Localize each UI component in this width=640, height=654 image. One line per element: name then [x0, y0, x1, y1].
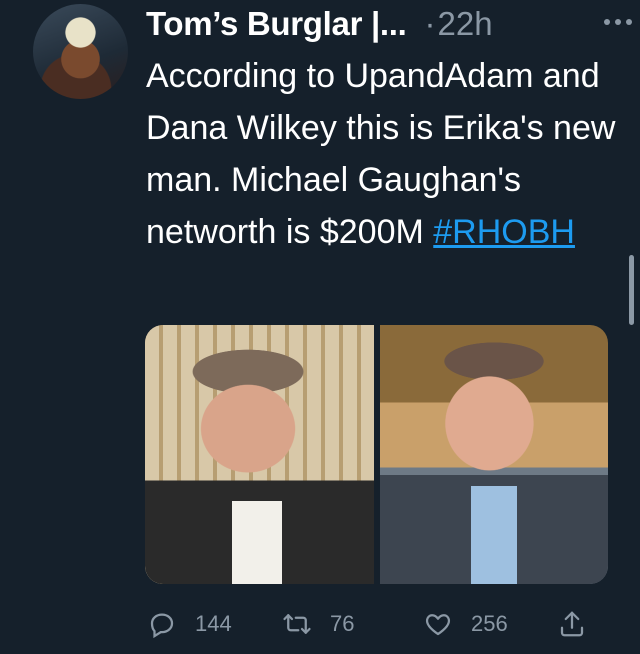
separator: · — [424, 5, 436, 42]
retweet-count: 76 — [330, 611, 355, 636]
reply-count: 144 — [195, 611, 232, 636]
timestamp[interactable]: 22h — [438, 5, 493, 43]
photo-left[interactable] — [145, 325, 374, 584]
scrollbar[interactable] — [629, 255, 634, 325]
avatar[interactable] — [33, 4, 128, 99]
retweet-icon — [283, 614, 311, 634]
reply-button[interactable]: 144 — [147, 609, 232, 639]
share-icon — [560, 611, 584, 637]
hashtag-link[interactable]: #RHOBH — [433, 213, 575, 251]
author-name[interactable]: Tom’s Burglar |... — [146, 5, 407, 43]
tweet-media[interactable] — [145, 325, 608, 584]
action-bar: 144 76 256 — [145, 604, 605, 644]
more-icon[interactable] — [604, 0, 632, 44]
like-button[interactable]: 256 — [423, 609, 508, 639]
retweet-button[interactable]: 76 — [282, 609, 354, 639]
tweet-header: Tom’s Burglar |... · 22h — [146, 2, 620, 46]
share-button[interactable] — [557, 609, 587, 639]
like-icon — [425, 614, 451, 636]
reply-icon — [150, 613, 174, 639]
like-count: 256 — [471, 611, 508, 636]
tweet-text: According to UpandAdam and Dana Wilkey t… — [146, 50, 616, 258]
photo-right[interactable] — [379, 325, 608, 584]
